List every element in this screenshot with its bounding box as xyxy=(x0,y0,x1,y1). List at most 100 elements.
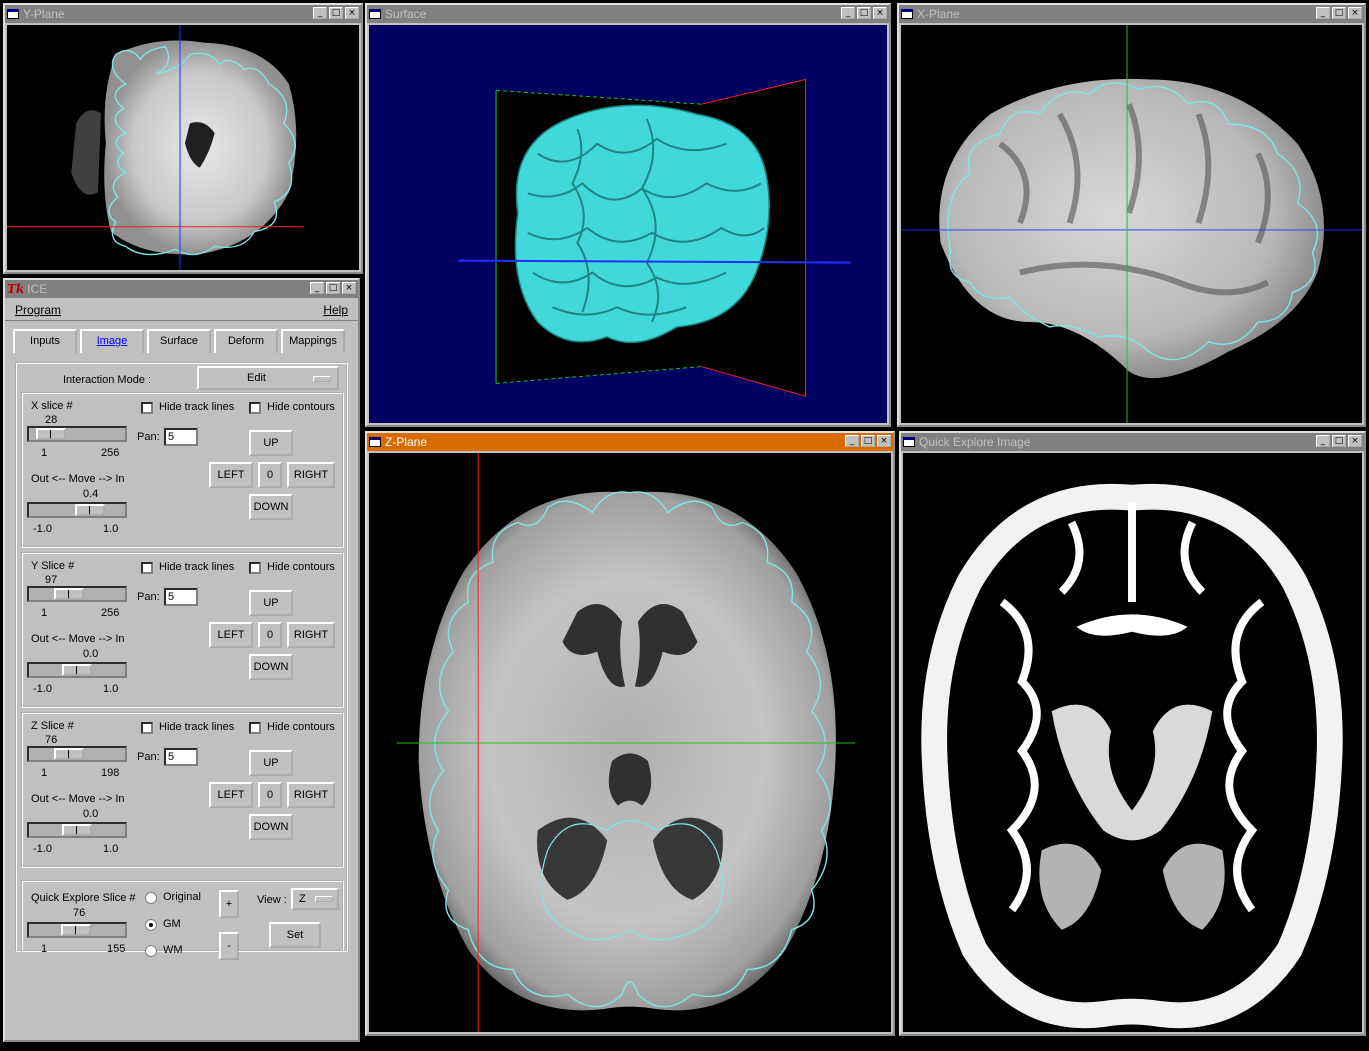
slider-thumb[interactable] xyxy=(54,588,84,600)
slice-slider[interactable] xyxy=(27,746,127,762)
left-button[interactable]: LEFT xyxy=(209,622,253,648)
hide-track-checkbox[interactable] xyxy=(141,562,153,574)
tab-image[interactable]: Image xyxy=(80,329,144,353)
close-button[interactable]: × xyxy=(345,7,359,19)
pan-label: Pan: xyxy=(137,591,160,603)
slice-label: Z Slice # xyxy=(31,720,74,732)
set-button[interactable]: Set xyxy=(269,922,321,948)
zplane-titlebar[interactable]: Z-Plane _ □ × xyxy=(367,433,893,451)
slider-thumb[interactable] xyxy=(36,428,66,440)
maximize-button[interactable]: □ xyxy=(326,282,340,294)
close-button[interactable]: × xyxy=(873,7,887,19)
pan-input[interactable]: 5 xyxy=(164,748,198,766)
minimize-button[interactable]: _ xyxy=(841,7,855,19)
close-button[interactable]: × xyxy=(1348,7,1362,19)
maximize-button[interactable]: □ xyxy=(1332,7,1346,19)
slice-slider[interactable] xyxy=(27,426,127,442)
slice-slider[interactable] xyxy=(27,586,127,602)
slider-thumb[interactable] xyxy=(61,924,91,936)
slider-thumb[interactable] xyxy=(54,748,84,760)
slider-thumb[interactable] xyxy=(62,664,92,676)
hide-track-checkbox[interactable] xyxy=(141,402,153,414)
move-slider[interactable] xyxy=(27,662,127,678)
up-button[interactable]: UP xyxy=(249,590,293,616)
move-slider[interactable] xyxy=(27,822,127,838)
quick-explore-titlebar[interactable]: Quick Explore Image _ □ × xyxy=(901,433,1364,451)
ice-titlebar[interactable]: Tk ICE _ □ × xyxy=(5,280,358,298)
move-label: Out <-- Move --> In xyxy=(31,473,125,485)
slice-max: 256 xyxy=(101,607,120,619)
close-button[interactable]: × xyxy=(877,435,891,447)
maximize-button[interactable]: □ xyxy=(329,7,343,19)
slider-thumb[interactable] xyxy=(75,504,105,516)
zplane-view[interactable] xyxy=(369,453,891,1032)
tab-deform[interactable]: Deform xyxy=(214,329,278,353)
radio-wm[interactable] xyxy=(145,945,157,957)
hide-contours-checkbox[interactable] xyxy=(249,722,261,734)
up-button[interactable]: UP xyxy=(249,750,293,776)
xplane-view[interactable] xyxy=(901,25,1362,423)
minimize-button[interactable]: _ xyxy=(1316,7,1330,19)
minimize-button[interactable]: _ xyxy=(1316,435,1330,447)
xplane-titlebar[interactable]: X-Plane _ □ × xyxy=(899,5,1364,23)
minimize-button[interactable]: _ xyxy=(845,435,859,447)
move-slider[interactable] xyxy=(27,502,127,518)
surface-titlebar[interactable]: Surface _ □ × xyxy=(367,5,889,23)
menu-indicator-icon xyxy=(315,896,333,902)
yplane-view[interactable] xyxy=(7,25,359,270)
tab-inputs[interactable]: Inputs xyxy=(13,329,77,353)
quick-explore-view[interactable] xyxy=(903,453,1362,1032)
menu-help[interactable]: Help xyxy=(323,303,348,317)
hide-contours-checkbox[interactable] xyxy=(249,562,261,574)
minimize-button[interactable]: _ xyxy=(310,282,324,294)
radio-original-label: Original xyxy=(163,891,201,903)
yplane-titlebar[interactable]: Y-Plane _ □ × xyxy=(5,5,361,23)
view-label: View : xyxy=(257,894,287,906)
left-button[interactable]: LEFT xyxy=(209,462,253,488)
right-button[interactable]: RIGHT xyxy=(287,622,335,648)
pan-input[interactable]: 5 xyxy=(164,588,198,606)
pan-input[interactable]: 5 xyxy=(164,428,198,446)
move-max: 1.0 xyxy=(103,523,119,535)
move-value: 0.0 xyxy=(83,808,99,820)
interaction-mode-menu[interactable]: Edit xyxy=(197,366,339,390)
hide-track-label: Hide track lines xyxy=(159,561,235,573)
hide-contours-checkbox[interactable] xyxy=(249,402,261,414)
zero-button[interactable]: 0 xyxy=(258,782,282,808)
minus-button[interactable]: - xyxy=(219,932,239,960)
down-button[interactable]: DOWN xyxy=(249,814,293,840)
tab-surface[interactable]: Surface xyxy=(147,329,211,353)
maximize-button[interactable]: □ xyxy=(861,435,875,447)
slider-thumb[interactable] xyxy=(62,824,92,836)
right-button[interactable]: RIGHT xyxy=(287,462,335,488)
radio-gm[interactable] xyxy=(145,919,157,931)
radio-original[interactable] xyxy=(145,892,157,904)
quick-explore-group: Quick Explore Slice # 76 1 155 Original … xyxy=(21,880,344,960)
zero-button[interactable]: 0 xyxy=(258,622,282,648)
close-button[interactable]: × xyxy=(1348,435,1362,447)
interaction-mode-value: Edit xyxy=(247,372,266,384)
plus-button[interactable]: + xyxy=(219,890,239,918)
yplane-title: Y-Plane xyxy=(23,7,65,21)
down-button[interactable]: DOWN xyxy=(249,494,293,520)
left-button[interactable]: LEFT xyxy=(209,782,253,808)
down-button[interactable]: DOWN xyxy=(249,654,293,680)
quick-explore-slider[interactable] xyxy=(27,922,127,938)
close-button[interactable]: × xyxy=(342,282,356,294)
menu-program[interactable]: Program xyxy=(15,303,61,317)
slice-max: 256 xyxy=(101,447,120,459)
up-button[interactable]: UP xyxy=(249,430,293,456)
maximize-button[interactable]: □ xyxy=(1332,435,1346,447)
xplane-image xyxy=(901,25,1362,423)
tab-bar: Inputs Image Surface Deform Mappings xyxy=(5,329,358,353)
minimize-button[interactable]: _ xyxy=(313,7,327,19)
quick-explore-min: 1 xyxy=(41,943,48,955)
hide-track-checkbox[interactable] xyxy=(141,722,153,734)
right-button[interactable]: RIGHT xyxy=(287,782,335,808)
view-menu[interactable]: Z xyxy=(291,888,339,910)
tab-mappings[interactable]: Mappings xyxy=(281,329,345,353)
hide-contours-label: Hide contours xyxy=(267,721,335,733)
surface-view[interactable] xyxy=(369,25,887,423)
zero-button[interactable]: 0 xyxy=(258,462,282,488)
maximize-button[interactable]: □ xyxy=(857,7,871,19)
